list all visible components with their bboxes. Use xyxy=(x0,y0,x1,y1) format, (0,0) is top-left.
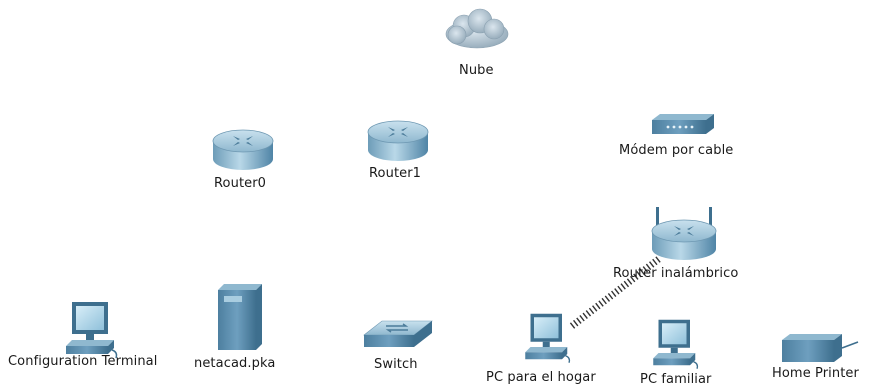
router-icon xyxy=(367,120,429,161)
router0-label: Router0 xyxy=(214,176,267,191)
cable-modem-label: Módem por cable xyxy=(619,143,734,158)
wireless-router-label: Router inalámbrico xyxy=(613,266,739,281)
device-config-terminal[interactable]: Configuration Terminal xyxy=(6,296,191,376)
device-pc-family[interactable]: PC familiar xyxy=(636,316,746,387)
device-router1[interactable]: Router1 xyxy=(364,118,434,188)
device-server[interactable]: netacad.pka xyxy=(190,282,290,378)
server-icon xyxy=(218,284,262,350)
switch-icon xyxy=(363,320,433,347)
pc-family-label: PC familiar xyxy=(640,372,712,387)
printer-icon xyxy=(782,334,859,362)
pc-home-label: PC para el hogar xyxy=(486,370,596,385)
pc-icon xyxy=(653,319,699,369)
device-cloud[interactable]: Nube xyxy=(440,8,520,83)
cloud-label: Nube xyxy=(459,63,494,78)
router-icon xyxy=(212,129,274,170)
printer-label: Home Printer xyxy=(772,366,859,381)
pc-icon xyxy=(525,313,571,363)
cloud-icon xyxy=(445,8,509,49)
wireless-router-icon xyxy=(651,207,717,260)
server-label: netacad.pka xyxy=(194,356,276,371)
device-pc-home[interactable]: PC para el hogar xyxy=(484,310,624,386)
device-wireless-router[interactable]: Router inalámbrico xyxy=(610,205,770,285)
cable-modem-icon xyxy=(652,114,714,134)
switch-label: Switch xyxy=(374,357,418,372)
router1-label: Router1 xyxy=(369,166,422,181)
device-switch[interactable]: Switch xyxy=(358,315,438,377)
device-cable-modem[interactable]: Módem por cable xyxy=(614,110,764,165)
config-terminal-label: Configuration Terminal xyxy=(8,354,158,369)
device-router0[interactable]: Router0 xyxy=(208,125,278,195)
device-printer[interactable]: Home Printer xyxy=(768,328,872,386)
